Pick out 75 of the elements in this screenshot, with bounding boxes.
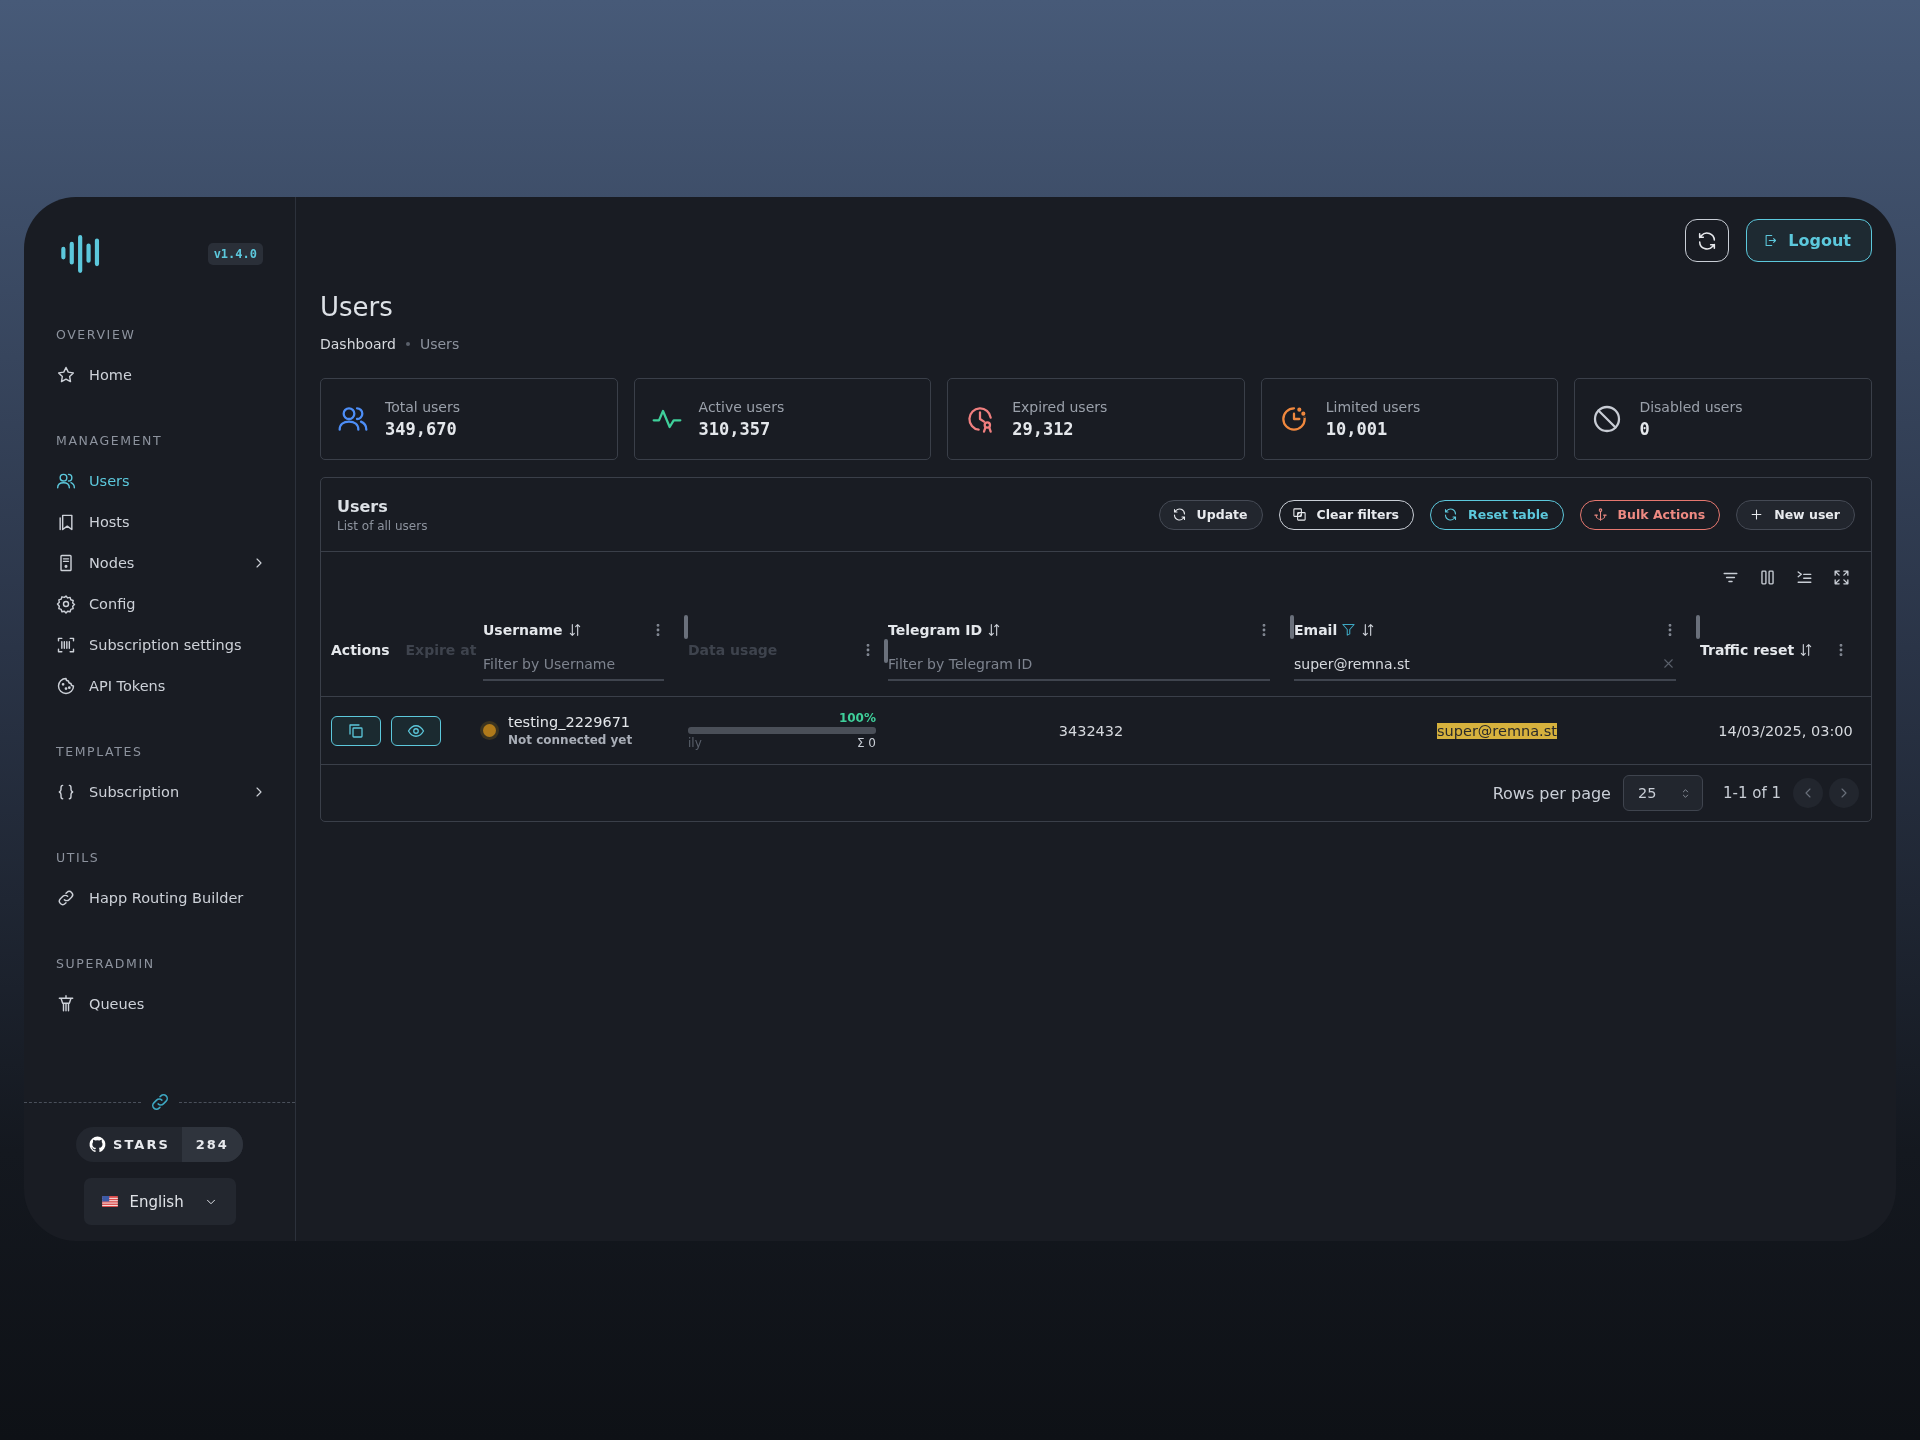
stat-value: 349,670 xyxy=(385,419,458,439)
github-icon xyxy=(88,1135,108,1154)
nav-item[interactable]: Subscription xyxy=(56,771,295,812)
github-stars-badge[interactable]: STARS 284 xyxy=(76,1127,243,1162)
stat-value: 10,001 xyxy=(1325,419,1389,439)
copy-filter-icon xyxy=(1291,507,1307,522)
plus-icon xyxy=(1749,507,1765,522)
stat-label: Active users xyxy=(698,399,785,415)
filter-field[interactable]: Filter by Username xyxy=(483,655,664,672)
column-header[interactable]: Email xyxy=(1294,621,1338,638)
connection-status: Not connected yet xyxy=(508,733,633,747)
logo-icon xyxy=(60,233,102,275)
nav-item[interactable]: Hosts xyxy=(56,501,295,542)
section-heading: OVERVIEW xyxy=(56,327,137,342)
section-heading: UTILS xyxy=(56,850,101,865)
stat-value: 29,312 xyxy=(1012,419,1075,439)
flag-icon xyxy=(101,1196,118,1207)
usage-period: ily xyxy=(688,736,702,750)
usage-percent: 100% xyxy=(837,711,876,725)
nav-item[interactable]: Subscription settings xyxy=(56,624,295,665)
column-header[interactable]: Username xyxy=(483,621,563,638)
table-cell: super@remna.st xyxy=(1437,722,1557,739)
table-cell: 14/03/2025, 03:00 xyxy=(1718,722,1853,739)
nav-item[interactable]: Config xyxy=(56,583,295,624)
column-header: Actions xyxy=(331,641,390,658)
section-heading: MANAGEMENT xyxy=(56,433,164,448)
stat-value: 0 xyxy=(1639,419,1651,439)
panel-subtitle: List of all users xyxy=(337,518,428,533)
gate-icon xyxy=(56,993,76,1014)
filter-field[interactable]: Filter by Telegram ID xyxy=(888,655,1270,672)
anchor-icon xyxy=(1592,507,1608,522)
refresh-icon xyxy=(1171,507,1187,522)
column-header[interactable]: Telegram ID xyxy=(888,621,983,638)
settings-icon xyxy=(56,593,76,614)
copy-icon xyxy=(347,721,365,740)
stat-label: Expired users xyxy=(1012,399,1108,415)
nav-item[interactable]: Queues xyxy=(56,983,295,1024)
close-icon[interactable] xyxy=(1661,656,1676,671)
nav-item[interactable]: Nodes xyxy=(56,542,295,583)
stat-label: Disabled users xyxy=(1639,399,1743,415)
stat-label: Limited users xyxy=(1325,399,1421,415)
breadcrumb-link[interactable]: Users xyxy=(419,336,460,352)
nav-item[interactable]: Home xyxy=(56,354,295,395)
breadcrumb-link[interactable]: Dashboard xyxy=(320,336,396,352)
stat-value: 310,357 xyxy=(698,419,772,439)
logout-icon xyxy=(1763,233,1779,248)
fullscreen-icon[interactable] xyxy=(1832,568,1851,587)
language-select[interactable]: English xyxy=(83,1178,236,1225)
usage-total: Σ 0 xyxy=(856,736,876,750)
update-button[interactable]: Update xyxy=(1158,499,1263,530)
stat-label: Total users xyxy=(385,399,460,415)
version-badge: v1.4.0 xyxy=(207,243,263,265)
page-range: 1-1 of 1 xyxy=(1722,784,1781,802)
username: testing_2229671 xyxy=(508,714,632,730)
page-size-select[interactable]: 25 xyxy=(1622,775,1703,811)
section-heading: SUPERADMIN xyxy=(56,956,156,971)
logout-button[interactable]: Logout xyxy=(1746,219,1872,262)
copy-button[interactable] xyxy=(331,715,381,746)
nav-item[interactable]: Users xyxy=(56,460,295,501)
column-header[interactable]: Traffic reset xyxy=(1700,641,1795,658)
nav-item[interactable]: API Tokens xyxy=(56,665,295,706)
refresh-icon xyxy=(1443,507,1459,522)
panel-title: Users xyxy=(337,496,389,516)
table-cell: 3432432 xyxy=(1058,722,1124,739)
cookie-icon xyxy=(56,675,76,696)
columns-icon[interactable] xyxy=(1758,568,1777,587)
page-title: Users xyxy=(320,292,394,322)
section-heading: TEMPLATES xyxy=(56,744,144,759)
refresh-button[interactable] xyxy=(1685,219,1730,262)
nav-item[interactable]: Happ Routing Builder xyxy=(56,877,295,918)
star-icon xyxy=(56,364,76,385)
filter-field[interactable]: super@remna.st xyxy=(1294,655,1661,672)
rows-per-page-label: Rows per page xyxy=(1492,783,1611,803)
new-user-button[interactable]: New user xyxy=(1736,499,1855,530)
view-button[interactable] xyxy=(391,715,441,746)
